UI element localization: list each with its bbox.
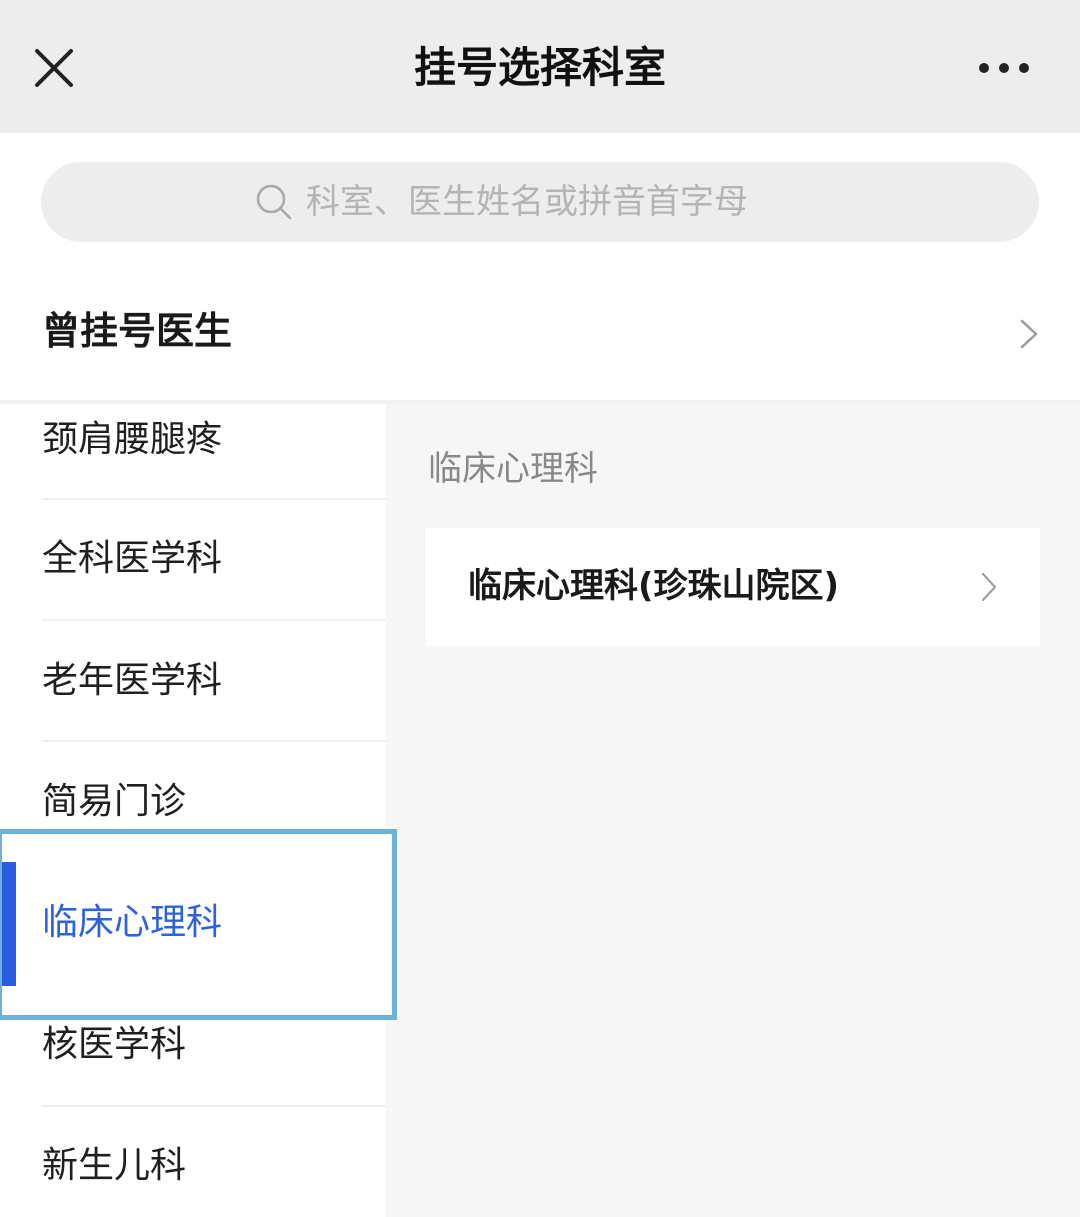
sidebar-item-geriatrics[interactable]: 老年医学科	[0, 621, 386, 742]
sidebar-item-neck-shoulder-pain[interactable]: 颈肩腰腿疼	[0, 404, 386, 500]
search-bar[interactable]	[41, 162, 1039, 242]
sidebar-item-general-medicine[interactable]: 全科医学科	[0, 500, 386, 621]
page-title: 挂号选择科室	[413, 43, 666, 92]
department-item[interactable]: 临床心理科(珍珠山院区)	[426, 528, 1040, 646]
sidebar-item-label: 老年医学科	[42, 660, 223, 701]
sidebar-item-label: 简易门诊	[42, 781, 187, 822]
chevron-right-icon	[981, 572, 997, 602]
previous-doctors-row[interactable]: 曾挂号医生	[0, 262, 1080, 400]
sidebar-item-label: 颈肩腰腿疼	[42, 419, 223, 460]
search-input[interactable]	[306, 172, 826, 232]
sidebar-item-simple-clinic[interactable]: 简易门诊	[0, 742, 386, 834]
selected-indicator	[2, 862, 16, 986]
department-name: 临床心理科(珍珠山院区)	[468, 566, 840, 606]
sidebar-item-neonatology[interactable]: 新生儿科	[0, 1107, 386, 1217]
more-icon	[979, 63, 1029, 73]
sidebar-item-label: 临床心理科	[42, 902, 223, 943]
section-title: 临床心理科	[428, 449, 598, 489]
sidebar-item-clinical-psychology[interactable]: 临床心理科	[0, 829, 397, 1020]
search-icon	[256, 184, 292, 220]
previous-doctors-label: 曾挂号医生	[42, 309, 233, 353]
sidebar-item-label: 全科医学科	[42, 538, 223, 579]
chevron-right-icon	[1020, 319, 1038, 349]
more-button[interactable]	[968, 44, 1040, 92]
sidebar-item-label: 新生儿科	[42, 1145, 187, 1186]
department-content	[386, 404, 1080, 1217]
top-bar: 挂号选择科室	[0, 0, 1080, 133]
sidebar-item-nuclear-medicine[interactable]: 核医学科	[0, 1017, 386, 1107]
sidebar-item-label: 核医学科	[42, 1024, 187, 1065]
